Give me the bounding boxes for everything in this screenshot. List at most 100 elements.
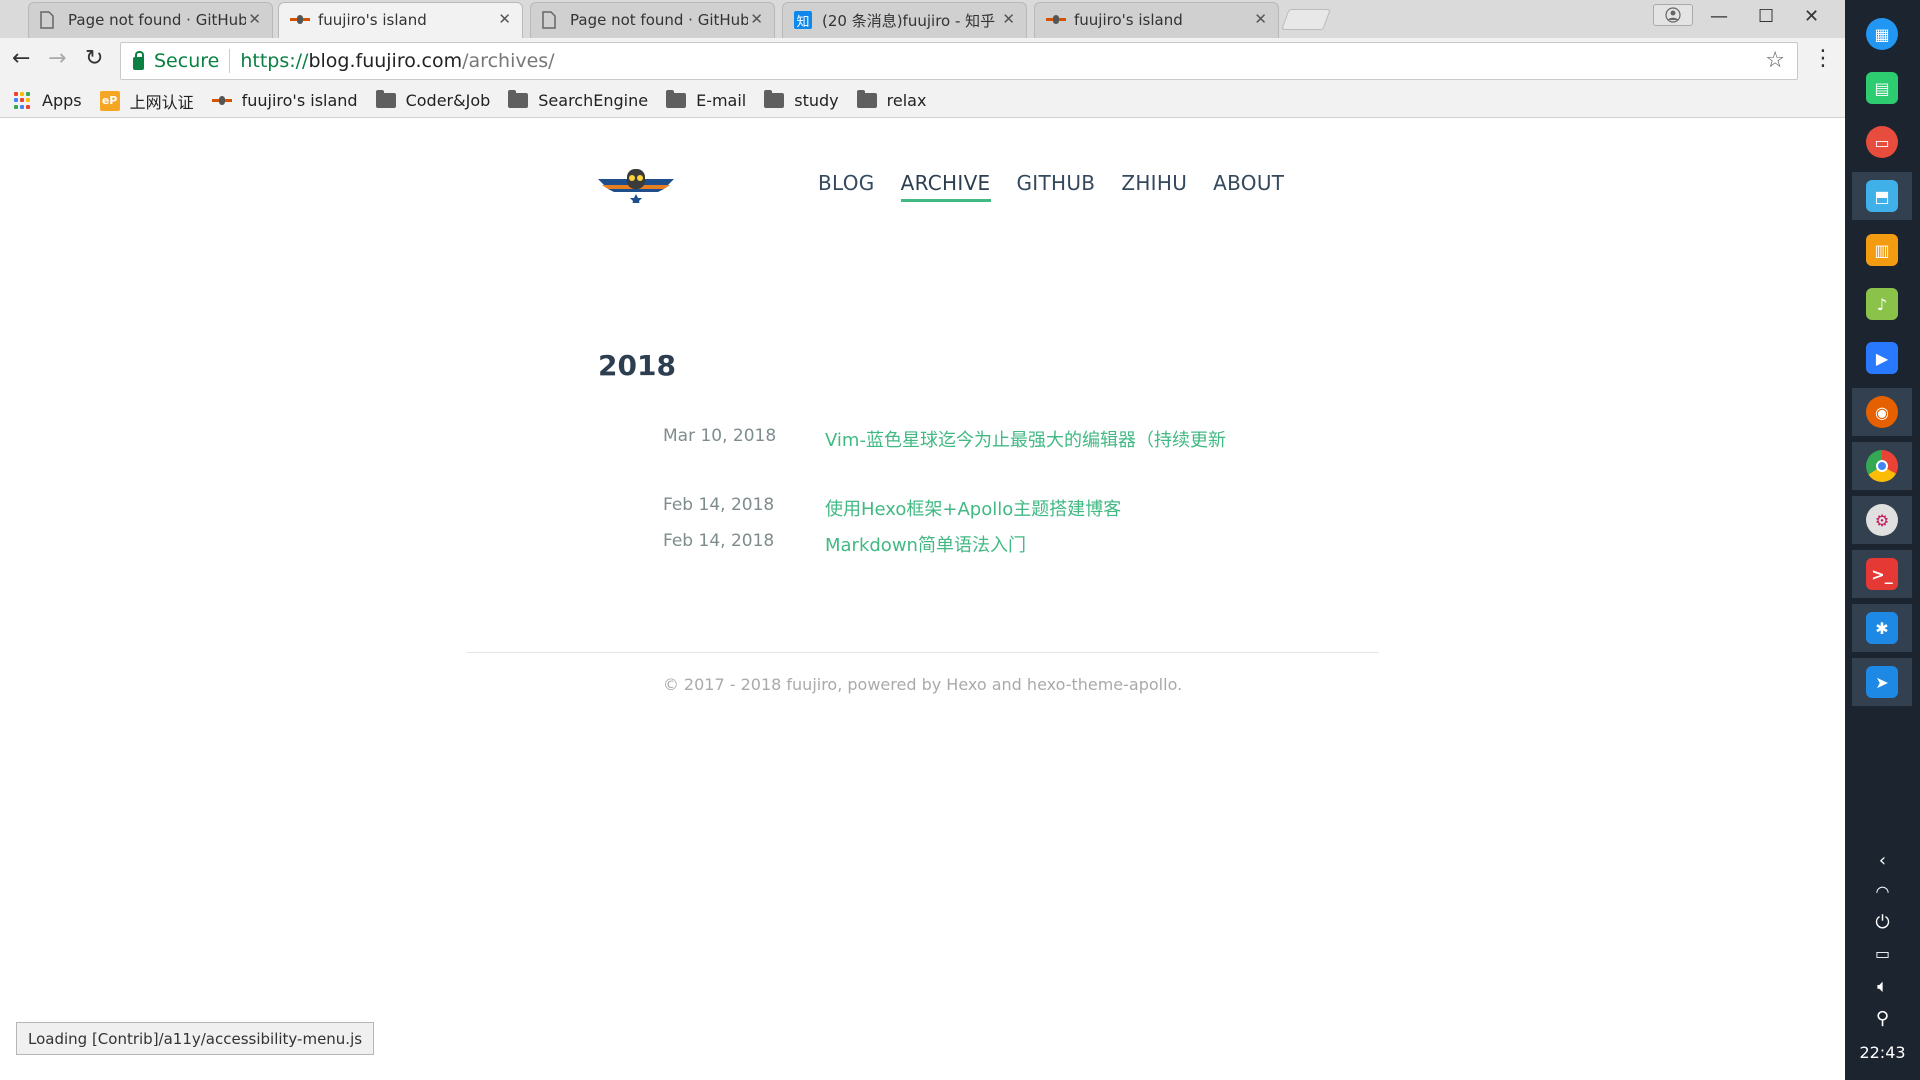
bookmark-label: SearchEngine: [538, 91, 649, 110]
site-logo[interactable]: [598, 163, 674, 203]
tab-fuujiro-island-2[interactable]: fuujiro's island ✕: [1034, 2, 1279, 38]
tab-title: fuujiro's island: [318, 11, 427, 29]
minimize-button[interactable]: —: [1710, 6, 1728, 27]
close-icon[interactable]: ✕: [498, 10, 511, 28]
nav-about[interactable]: ABOUT: [1213, 171, 1284, 202]
person-icon: [1665, 7, 1681, 23]
terminal-icon: >_: [1866, 558, 1898, 590]
zhihu-icon: 知: [794, 11, 812, 30]
web-page: BLOG ARCHIVE GITHUB ZHIHU ABOUT 2018 Mar…: [0, 119, 1845, 1080]
power-icon[interactable]: ⏻: [1845, 912, 1920, 933]
forward-button[interactable]: →: [48, 46, 66, 71]
reload-button[interactable]: ↻: [85, 46, 103, 71]
bookmark-folder-searchengine[interactable]: SearchEngine: [508, 90, 649, 110]
post-link[interactable]: Markdown简单语法入门: [825, 529, 1255, 562]
status-bubble: Loading [Contrib]/a11y/accessibility-men…: [16, 1022, 375, 1055]
dock-file-manager[interactable]: ▤: [1852, 64, 1912, 112]
bookmarks-bar: Apps eP 上网认证 fuujiro's island Coder&Job …: [0, 84, 1845, 118]
collapse-tray-icon[interactable]: ‹: [1845, 850, 1920, 871]
plane-icon: [290, 11, 310, 29]
security-indicator[interactable]: Secure: [133, 50, 219, 72]
tab-title: Page not found · GitHub: [68, 11, 246, 29]
bookmark-label: fuujiro's island: [241, 91, 358, 110]
tab-zhihu[interactable]: 知 (20 条消息)fuujiro - 知乎 ✕: [782, 2, 1027, 38]
dock-app-store[interactable]: ⬒: [1852, 172, 1912, 220]
tab-strip: Page not found · GitHub ✕ fuujiro's isla…: [0, 0, 1845, 38]
chrome-icon: [1866, 450, 1898, 482]
close-icon[interactable]: ✕: [248, 10, 261, 28]
bookmark-label: Apps: [42, 91, 82, 110]
tab-github-404-1[interactable]: Page not found · GitHub ✕: [28, 2, 273, 38]
dock-screen-recorder[interactable]: ▭: [1852, 118, 1912, 166]
dock-music[interactable]: ♪: [1852, 280, 1912, 328]
address-bar[interactable]: Secure https:// blog.fuujiro.com /archiv…: [120, 42, 1798, 80]
close-icon[interactable]: ✕: [1254, 10, 1267, 28]
new-tab-button[interactable]: [1281, 9, 1331, 30]
url-host: blog.fuujiro.com: [308, 50, 463, 72]
divider: [229, 49, 231, 73]
video-icon: ▶: [1866, 342, 1898, 374]
close-icon[interactable]: ✕: [1002, 10, 1015, 28]
system-clock[interactable]: 22:43: [1845, 1043, 1920, 1062]
list-item: Mar 10, 2018 Vim-蓝色星球迄今为止最强大的编辑器（持续更新: [663, 424, 1255, 457]
nav-archive[interactable]: ARCHIVE: [900, 171, 991, 202]
paper-plane-icon: ➤: [1866, 666, 1898, 698]
dock-firefox[interactable]: ◉: [1852, 388, 1912, 436]
folder-icon: [764, 90, 785, 108]
battery-icon[interactable]: ▭: [1845, 944, 1920, 963]
nav-github[interactable]: GITHUB: [1017, 171, 1096, 202]
maximize-button[interactable]: ☐: [1758, 6, 1774, 27]
tab-title: fuujiro's island: [1074, 11, 1183, 29]
tab-title: Page not found · GitHub: [570, 11, 748, 29]
apps-grid-icon: [14, 91, 32, 110]
archive-year: 2018: [598, 349, 676, 382]
dock-settings[interactable]: ⚙: [1852, 496, 1912, 544]
bookmark-folder-coder-job[interactable]: Coder&Job: [375, 90, 491, 110]
folder-icon: [508, 90, 529, 108]
volume-icon[interactable]: 🔈︎: [1845, 976, 1920, 997]
nav-blog[interactable]: BLOG: [818, 171, 875, 202]
nav-zhihu[interactable]: ZHIHU: [1121, 171, 1187, 202]
dock-paper-plane[interactable]: ➤: [1852, 658, 1912, 706]
dock-terminal[interactable]: >_: [1852, 550, 1912, 598]
dock-launcher[interactable]: ▦: [1852, 10, 1912, 58]
post-link[interactable]: 使用Hexo框架+Apollo主题搭建博客: [825, 493, 1255, 526]
bookmark-label: E-mail: [696, 91, 747, 110]
dock-star-app[interactable]: ✱: [1852, 604, 1912, 652]
bookmark-label: 上网认证: [129, 92, 194, 112]
tab-github-404-2[interactable]: Page not found · GitHub ✕: [530, 2, 775, 38]
tab-fuujiro-island[interactable]: fuujiro's island ✕: [278, 2, 523, 38]
post-date: Feb 14, 2018: [663, 495, 775, 515]
wifi-icon[interactable]: ◠: [1845, 882, 1920, 901]
bookmark-fuujiro-island[interactable]: fuujiro's island: [211, 91, 358, 110]
bookmark-label: Coder&Job: [405, 91, 491, 110]
dock-store-bag[interactable]: ▥: [1852, 226, 1912, 274]
profile-button[interactable]: [1653, 4, 1693, 26]
bookmark-folder-email[interactable]: E-mail: [666, 90, 747, 110]
url-scheme: https://: [240, 50, 309, 72]
post-link[interactable]: Vim-蓝色星球迄今为止最强大的编辑器（持续更新: [825, 424, 1255, 457]
bookmark-label: study: [794, 91, 839, 110]
folder-icon: [375, 90, 396, 108]
post-date: Feb 14, 2018: [663, 531, 775, 551]
browser-toolbar: ← → ↻ Secure https:// blog.fuujiro.com /…: [0, 38, 1845, 84]
star-app-icon: ✱: [1866, 612, 1898, 644]
post-date: Mar 10, 2018: [663, 426, 777, 446]
dock-video[interactable]: ▶: [1852, 334, 1912, 382]
usb-icon[interactable]: ⚲: [1845, 1008, 1920, 1029]
bookmark-star-icon[interactable]: ☆: [1765, 48, 1785, 73]
close-icon[interactable]: ✕: [750, 10, 763, 28]
bookmark-folder-study[interactable]: study: [764, 90, 839, 110]
bookmark-folder-relax[interactable]: relax: [856, 90, 926, 110]
system-dock: ▦ ▤ ▭ ⬒ ▥ ♪ ▶ ◉ ⚙ >_ ✱ ➤ ‹ ◠ ⏻ ▭ 🔈︎ ⚲ 22…: [1845, 0, 1920, 1080]
menu-kebab-icon[interactable]: ⋮: [1812, 46, 1834, 71]
url-path: /archives/: [462, 50, 555, 72]
page-icon: [40, 11, 58, 29]
plane-icon: [211, 95, 232, 107]
dock-chrome[interactable]: [1852, 442, 1912, 490]
bookmark-apps[interactable]: Apps: [14, 91, 82, 110]
close-window-button[interactable]: ✕: [1804, 6, 1819, 27]
folder-icon: [856, 90, 877, 108]
bookmark-network-auth[interactable]: eP 上网认证: [99, 89, 194, 113]
back-button[interactable]: ←: [12, 46, 30, 71]
